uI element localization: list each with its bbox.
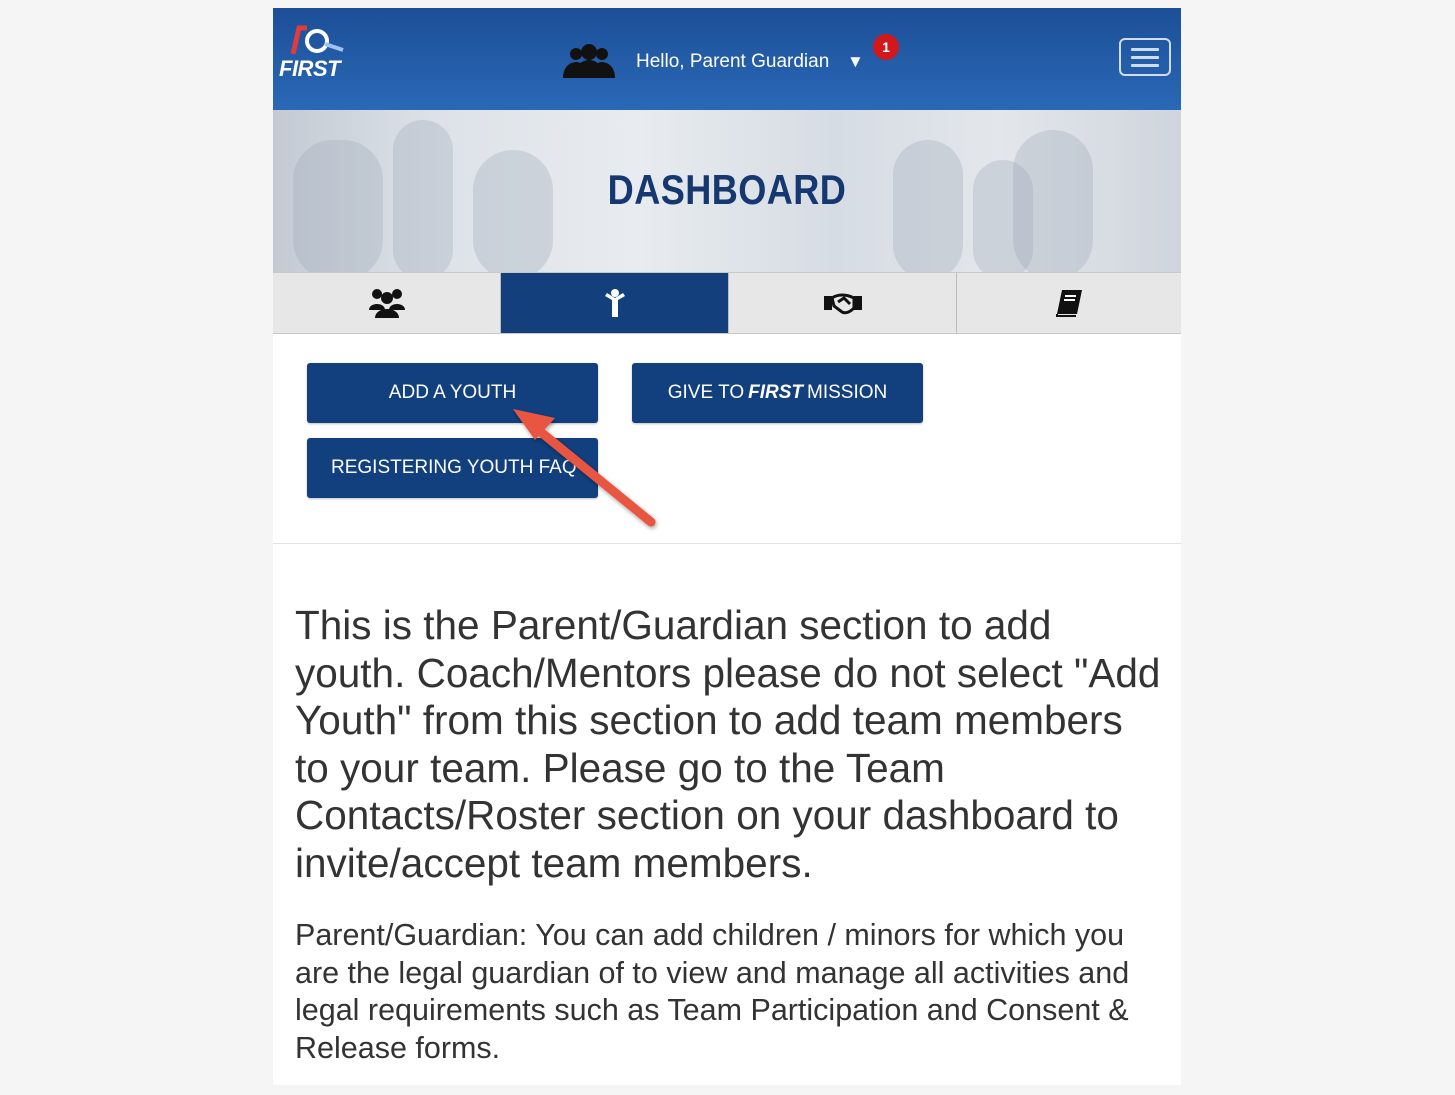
parent-guardian-notice: This is the Parent/Guardian section to a… — [295, 602, 1161, 886]
handshake-icon — [823, 293, 862, 315]
registering-faq-label: REGISTERING YOUTH FAQ — [331, 457, 577, 478]
add-youth-button[interactable]: ADD A YOUTH — [307, 363, 598, 423]
notification-badge[interactable]: 1 — [873, 34, 899, 60]
book-icon — [1056, 290, 1082, 317]
hamburger-menu-icon[interactable] — [1119, 38, 1171, 76]
tab-team[interactable] — [273, 273, 501, 333]
parent-guardian-description: Parent/Guardian: You can add children / … — [295, 918, 1130, 1065]
give-prefix-label: GIVE TO — [667, 382, 745, 403]
give-suffix-label: MISSION — [807, 382, 888, 403]
first-logo[interactable]: FIRST — [279, 25, 359, 86]
youth-icon — [604, 289, 625, 317]
section-divider — [273, 543, 1181, 544]
tab-resources[interactable] — [957, 273, 1181, 333]
users-icon — [563, 44, 615, 78]
app-frame: FIRST Hello, Parent Guardian ▼ 1 DASHBOA… — [273, 8, 1181, 1085]
add-youth-label: ADD A YOUTH — [388, 382, 517, 403]
chevron-down-icon[interactable]: ▼ — [847, 52, 864, 72]
dashboard-banner: DASHBOARD — [273, 110, 1181, 272]
dashboard-tabs — [273, 272, 1181, 334]
team-icon — [368, 289, 405, 318]
logo-text: FIRST — [279, 56, 341, 81]
tab-youth[interactable] — [501, 273, 729, 333]
registering-youth-faq-button[interactable]: REGISTERING YOUTH FAQ — [307, 438, 598, 498]
first-logo-mark-icon — [290, 25, 344, 55]
give-to-first-mission-button[interactable]: GIVE TO FIRST MISSION — [632, 363, 923, 423]
tab-mentoring[interactable] — [729, 273, 957, 333]
give-brand-label: FIRST — [748, 382, 804, 403]
user-greeting-dropdown[interactable]: Hello, Parent Guardian — [636, 51, 829, 73]
top-navbar: FIRST Hello, Parent Guardian ▼ 1 — [273, 8, 1181, 110]
page-title: DASHBOARD — [607, 166, 847, 213]
